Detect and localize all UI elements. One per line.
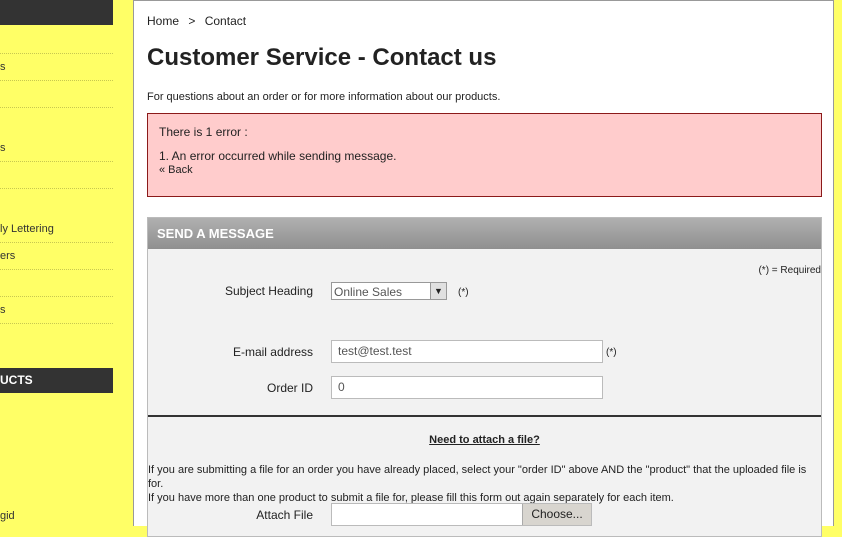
breadcrumb-separator: > <box>188 14 196 28</box>
breadcrumb-home[interactable]: Home <box>147 14 179 28</box>
attach-instructions: If you are submitting a file for an orde… <box>148 463 821 505</box>
error-title: There is 1 error : <box>159 125 248 139</box>
page-title: Customer Service - Contact us <box>147 44 497 71</box>
sidebar-item[interactable]: s <box>0 297 113 324</box>
subject-label: Subject Heading <box>224 284 313 298</box>
file-input[interactable]: Choose... <box>331 503 592 526</box>
email-field[interactable]: test@test.test <box>331 340 603 363</box>
sidebar-top-header <box>0 0 113 25</box>
send-message-form: SEND A MESSAGE (*) = Required Subject He… <box>147 217 822 537</box>
divider <box>148 415 821 417</box>
sidebar-item[interactable]: ly Lettering <box>0 216 113 243</box>
email-label: E-mail address <box>232 345 313 359</box>
chevron-down-icon[interactable]: ▼ <box>430 283 446 299</box>
required-star: (*) <box>458 287 469 298</box>
left-sidebar: s s ly Lettering ers s UCTS gid <box>0 0 122 526</box>
attach-instructions-line: If you are submitting a file for an orde… <box>148 464 807 490</box>
form-heading: SEND A MESSAGE <box>148 218 821 249</box>
attach-file-title[interactable]: Need to attach a file? <box>148 434 821 446</box>
breadcrumb-current: Contact <box>204 14 247 28</box>
sidebar-item[interactable]: gid <box>0 510 15 522</box>
choose-file-button[interactable]: Choose... <box>522 504 591 525</box>
order-id-label: Order ID <box>266 381 313 395</box>
sidebar-item[interactable]: ers <box>0 243 113 270</box>
right-strip <box>834 0 842 526</box>
order-id-field[interactable]: 0 <box>331 376 603 399</box>
intro-text: For questions about an order or for more… <box>147 91 501 103</box>
back-link[interactable]: « Back <box>159 164 193 176</box>
required-note: (*) = Required <box>758 265 821 276</box>
required-star: (*) <box>606 347 617 358</box>
attach-file-label: Attach File <box>256 508 313 522</box>
sidebar-item[interactable] <box>0 81 113 108</box>
error-message: 1. An error occurred while sending messa… <box>159 149 397 163</box>
sidebar-item[interactable] <box>0 270 113 297</box>
breadcrumb: Home > Contact <box>147 14 252 28</box>
subject-select[interactable]: Online Sales ▼ <box>331 282 447 300</box>
sidebar-item[interactable] <box>0 27 113 54</box>
main-content: Home > Contact Customer Service - Contac… <box>133 0 834 537</box>
sidebar-item[interactable]: s <box>0 54 113 81</box>
sidebar-item[interactable]: s <box>0 135 113 162</box>
subject-value: Online Sales <box>334 285 403 299</box>
sidebar-edge <box>122 0 133 526</box>
sidebar-item[interactable] <box>0 162 113 189</box>
error-box: There is 1 error : 1. An error occurred … <box>147 113 822 197</box>
sidebar-products-header: UCTS <box>0 368 113 393</box>
